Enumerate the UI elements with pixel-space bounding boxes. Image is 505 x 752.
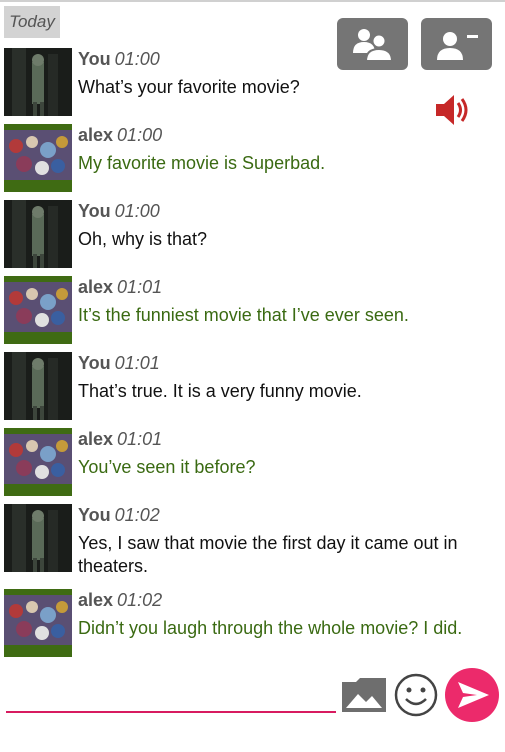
sender-name: alex [78, 277, 114, 297]
contact-avatar[interactable] [4, 428, 72, 496]
image-icon[interactable] [340, 672, 388, 716]
message-item: alex 01:02 Didn’t you laugh through the wh… [0, 589, 505, 659]
message-meta: You 01:02 [78, 504, 160, 526]
message-meta: You 01:01 [78, 352, 160, 374]
message-meta: alex 01:00 [78, 124, 162, 146]
message-item: You 01:01 That’s true. It is a very funny … [0, 352, 505, 422]
message-item: You 01:00 What’s your favorite movie? [0, 48, 505, 118]
message-time: 01:02 [117, 590, 163, 610]
message-meta: alex 01:01 [78, 276, 162, 298]
message-time: 01:01 [117, 429, 163, 449]
message-text: What’s your favorite movie? [78, 77, 300, 97]
sender-name: You [78, 201, 111, 221]
message-item: You 01:02 Yes, I saw that movie the first … [0, 504, 505, 576]
day-label: Today [4, 6, 60, 38]
my-avatar[interactable] [4, 504, 72, 572]
my-avatar[interactable] [4, 352, 72, 420]
contact-avatar[interactable] [4, 124, 72, 192]
message-item: You 01:00 Oh, why is that? [0, 200, 505, 270]
sender-name: alex [78, 590, 114, 610]
sender-name: alex [78, 125, 114, 145]
send-icon[interactable] [444, 667, 500, 723]
message-time: 01:01 [117, 277, 163, 297]
message-item: alex 01:01 It’s the funniest movie that I’… [0, 276, 505, 346]
message-text: You’ve seen it before? [78, 457, 256, 477]
message-time: 01:00 [117, 125, 163, 145]
my-avatar[interactable] [4, 200, 72, 268]
message-text: That’s true. It is a very funny movie. [78, 381, 362, 401]
message-item: alex 01:01 You’ve seen it before? [0, 428, 505, 498]
message-time: 01:02 [114, 505, 160, 525]
message-item: alex 01:00 My favorite movie is Superbad. [0, 124, 505, 194]
contact-avatar[interactable] [4, 589, 72, 657]
message-time: 01:00 [114, 49, 160, 69]
message-text: It’s the funniest movie that I’ve ever s… [78, 305, 409, 325]
message-text: Oh, why is that? [78, 229, 208, 249]
message-input[interactable] [6, 678, 340, 710]
message-text: Didn’t you laugh through the whole movie… [78, 618, 463, 638]
message-meta: You 01:00 [78, 200, 160, 222]
message-meta: alex 01:02 [78, 589, 162, 611]
top-divider [0, 0, 505, 2]
message-meta: You 01:00 [78, 48, 160, 70]
input-underline [6, 711, 336, 713]
sender-name: You [78, 49, 111, 69]
message-text: My favorite movie is Superbad. [78, 153, 326, 173]
sender-name: You [78, 505, 111, 525]
my-avatar[interactable] [4, 48, 72, 116]
message-time: 01:01 [114, 353, 160, 373]
emoji-icon[interactable] [393, 672, 439, 718]
sender-name: You [78, 353, 111, 373]
message-time: 01:00 [114, 201, 160, 221]
message-meta: alex 01:01 [78, 428, 162, 450]
contact-avatar[interactable] [4, 276, 72, 344]
sender-name: alex [78, 429, 114, 449]
message-text: Yes, I saw that movie the first day it c… [78, 533, 458, 576]
